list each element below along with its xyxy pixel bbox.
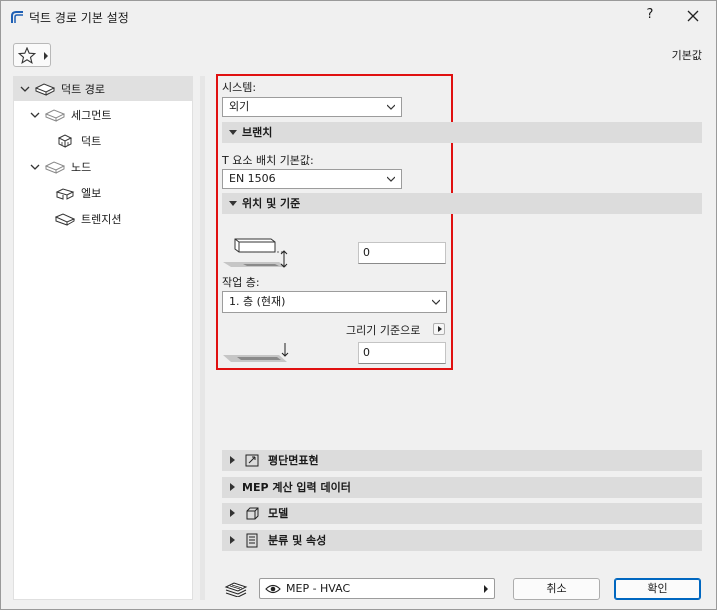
segment-icon <box>45 109 65 122</box>
duct-route-app-icon <box>11 11 23 23</box>
close-icon[interactable] <box>683 6 703 26</box>
window-title: 덕트 경로 기본 설정 <box>29 11 129 25</box>
star-icon <box>18 47 36 64</box>
layer-stack-icon <box>224 582 248 597</box>
tree-item-label: 덕트 <box>81 135 102 148</box>
tree-item-duct-route[interactable]: 덕트 경로 <box>14 77 192 101</box>
settings-tree: 덕트 경로 세그먼트 덕트 노드 엘보 트렌지션 <box>13 76 193 600</box>
tree-item-segment[interactable]: 세그먼트 <box>14 103 192 127</box>
duct-icon <box>57 134 73 148</box>
system-select[interactable]: 외기 <box>222 97 402 117</box>
drawing-ref-diagram-icon <box>223 343 289 362</box>
caret-right-icon <box>484 585 488 593</box>
tree-item-label: 엘보 <box>81 187 102 200</box>
triangle-right-icon <box>230 456 235 464</box>
transition-icon <box>55 213 75 226</box>
tree-item-label: 덕트 경로 <box>61 83 105 96</box>
chevron-down-icon <box>387 176 395 182</box>
model-section-header[interactable]: 모델 <box>222 503 702 524</box>
tree-item-transition[interactable]: 트렌지션 <box>14 207 192 231</box>
eye-icon <box>265 584 281 594</box>
position-section-header[interactable]: 위치 및 기준 <box>222 193 702 214</box>
view-settings-select[interactable]: MEP - HVAC <box>259 578 495 599</box>
duct-offset-diagram-icon <box>223 238 288 268</box>
tree-item-duct[interactable]: 덕트 <box>14 129 192 153</box>
floor-plan-section-icon <box>245 454 259 467</box>
tree-item-label: 트렌지션 <box>81 213 122 226</box>
drawing-ref-value: 0 <box>363 346 370 359</box>
offset-input[interactable]: 0 <box>358 242 446 264</box>
cancel-button[interactable]: 취소 <box>513 578 600 600</box>
position-section-title: 위치 및 기준 <box>242 197 301 210</box>
offset-value: 0 <box>363 246 370 259</box>
mep-calc-section-header[interactable]: MEP 계산 입력 데이터 <box>222 477 702 498</box>
system-label: 시스템: <box>222 81 257 94</box>
chevron-down-icon <box>30 112 40 118</box>
panel-splitter[interactable] <box>200 76 205 600</box>
chevron-down-icon <box>387 104 395 110</box>
triangle-right-icon <box>230 509 235 517</box>
chevron-down-icon <box>20 86 30 92</box>
chevron-down-icon <box>432 299 440 305</box>
model-cube-icon <box>246 507 259 520</box>
work-floor-label: 작업 층: <box>222 276 260 289</box>
classification-section-header[interactable]: 분류 및 속성 <box>222 530 702 551</box>
triangle-right-icon <box>230 483 235 491</box>
system-value: 외기 <box>229 100 250 113</box>
chevron-down-icon <box>30 164 40 170</box>
triangle-right-icon <box>230 536 235 544</box>
elbow-icon <box>55 188 75 200</box>
view-settings-value: MEP - HVAC <box>286 582 351 595</box>
caret-right-icon <box>44 52 48 60</box>
triangle-down-icon <box>229 201 237 206</box>
tree-item-elbow[interactable]: 엘보 <box>14 181 192 205</box>
duct-route-default-settings-dialog: 덕트 경로 기본 설정 ? 기본값 덕트 경로 세그먼트 덕트 노드 엘보 트렌… <box>0 0 717 610</box>
default-label: 기본값 <box>671 49 702 62</box>
node-icon <box>45 161 65 174</box>
work-floor-select[interactable]: 1. 층 (현재) <box>222 291 447 313</box>
triangle-down-icon <box>229 130 237 135</box>
t-placement-value: EN 1506 <box>229 172 276 185</box>
floor-plan-section-title: 평단면표현 <box>268 454 319 467</box>
classification-list-icon <box>246 533 258 548</box>
tree-item-label: 세그먼트 <box>71 109 112 122</box>
favorites-button[interactable] <box>13 43 51 67</box>
mep-calc-section-title: MEP 계산 입력 데이터 <box>242 481 351 494</box>
classification-section-title: 분류 및 속성 <box>268 534 327 547</box>
branch-section-title: 브랜치 <box>242 126 273 139</box>
t-placement-select[interactable]: EN 1506 <box>222 169 402 189</box>
title-bar: 덕트 경로 기본 설정 ? <box>1 1 716 33</box>
floor-plan-section-header[interactable]: 평단면표현 <box>222 450 702 471</box>
drawing-ref-input[interactable]: 0 <box>358 342 446 364</box>
ok-button[interactable]: 확인 <box>614 578 701 600</box>
drawing-ref-label: 그리기 기준으로 <box>346 324 421 337</box>
work-floor-value: 1. 층 (현재) <box>229 295 286 308</box>
tree-item-label: 노드 <box>71 161 92 174</box>
drawing-ref-arrow-button[interactable] <box>433 323 445 335</box>
branch-section-header[interactable]: 브랜치 <box>222 122 702 143</box>
help-button[interactable]: ? <box>641 7 659 22</box>
duct-route-icon <box>35 83 55 96</box>
tree-item-node[interactable]: 노드 <box>14 155 192 179</box>
model-section-title: 모델 <box>268 507 289 520</box>
t-placement-label: T 요소 배치 기본값: <box>222 154 314 167</box>
